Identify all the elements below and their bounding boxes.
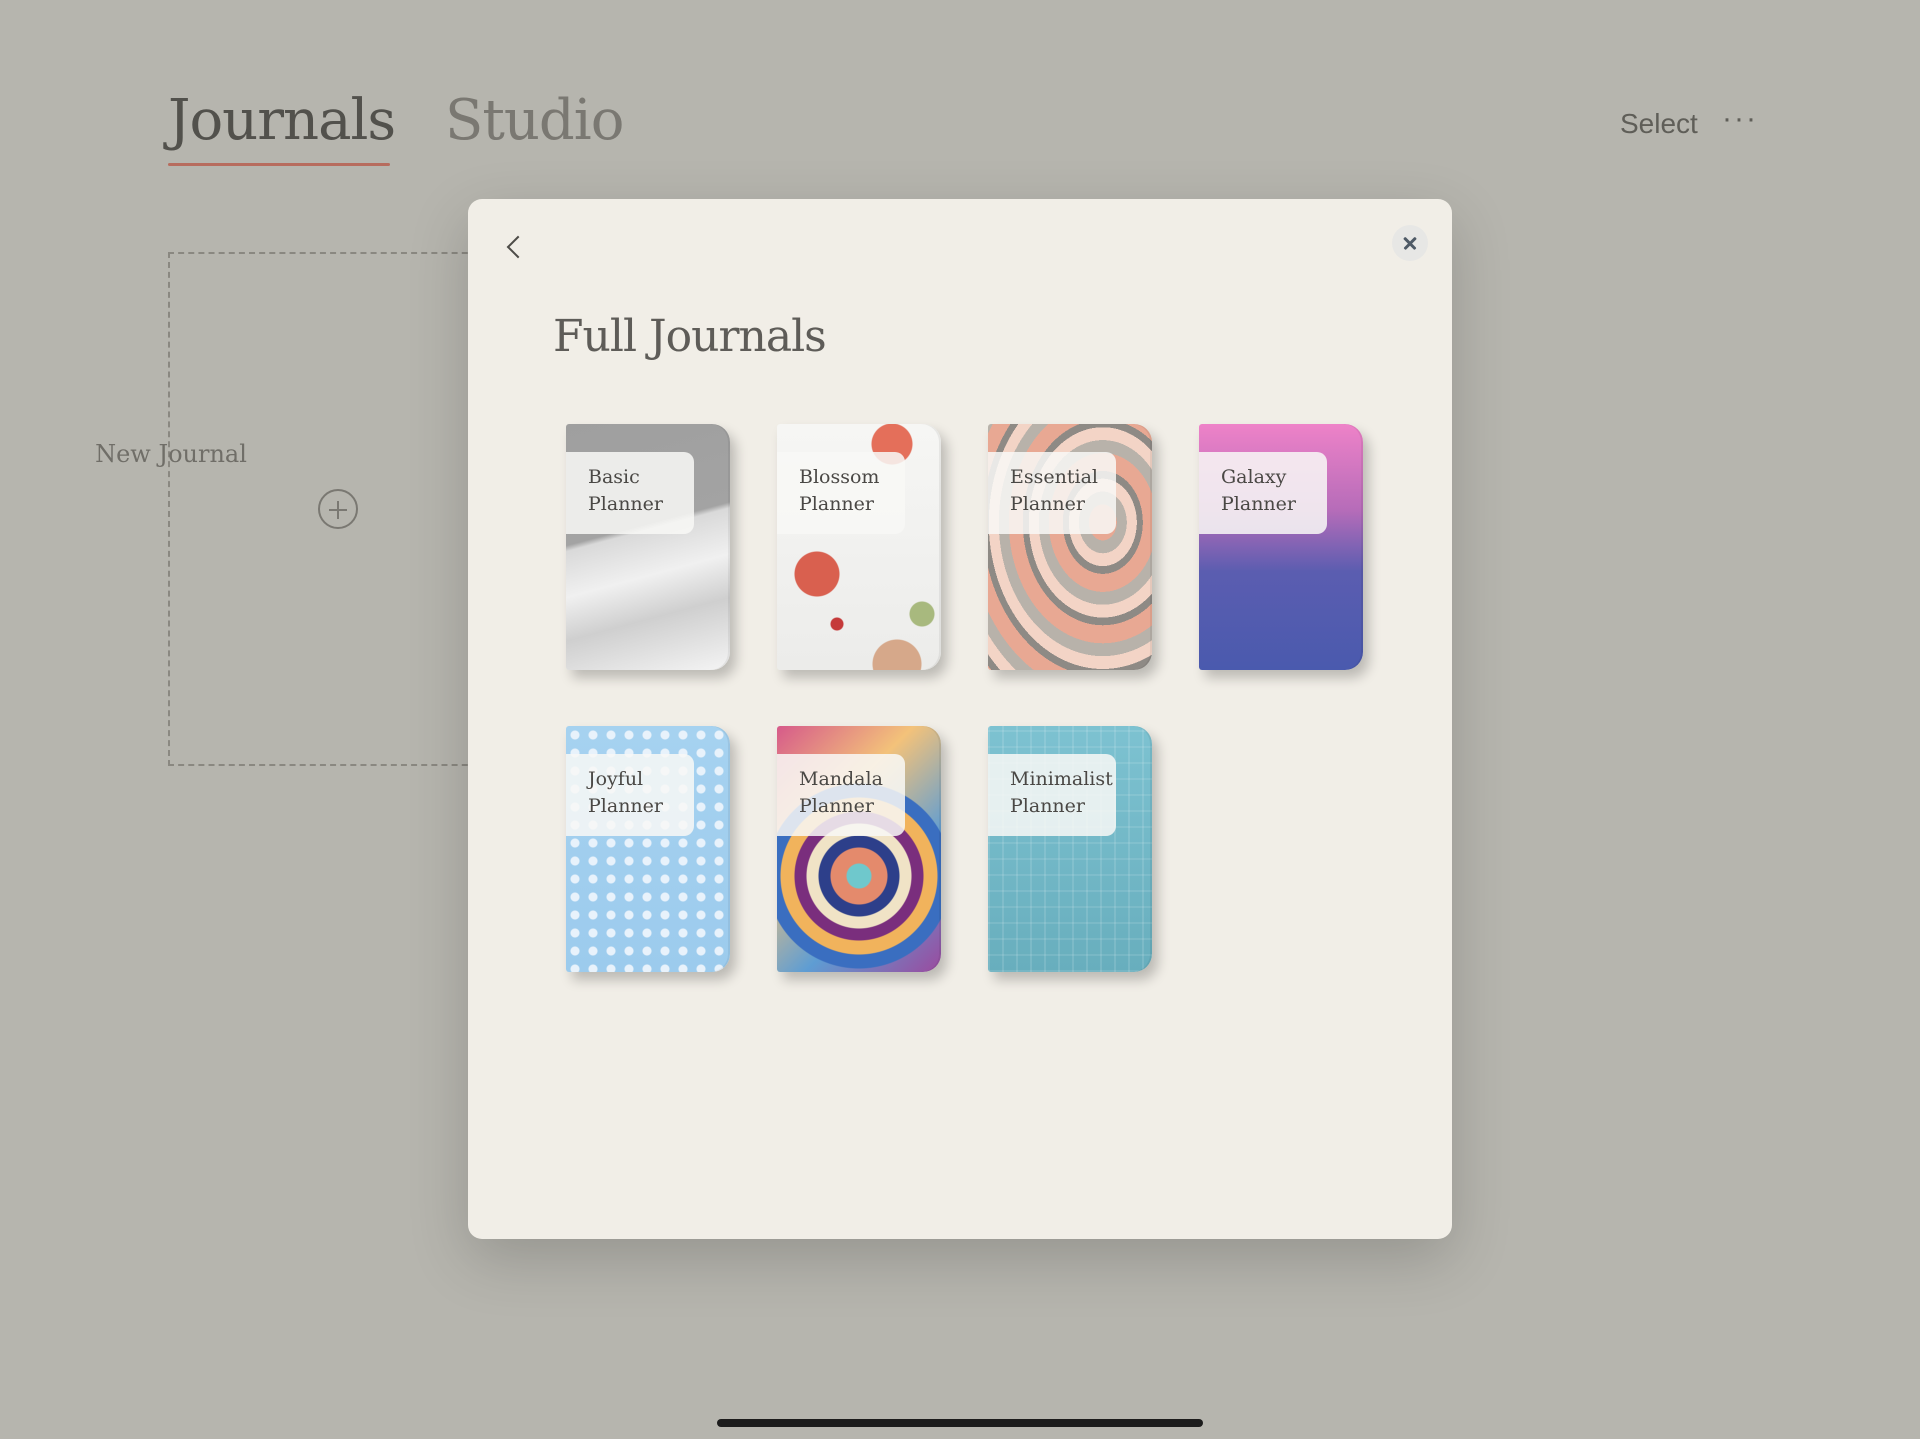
planner-mandala[interactable]: Mandala Planner: [777, 726, 941, 972]
planner-joyful[interactable]: Joyful Planner: [566, 726, 730, 972]
back-chevron-icon[interactable]: [498, 229, 534, 265]
planner-type: Planner: [799, 795, 874, 817]
planner-minimalist[interactable]: Minimalist Planner: [988, 726, 1152, 972]
planner-label: Joyful Planner: [566, 754, 694, 836]
planner-name: Basic: [588, 466, 640, 488]
planner-type: Planner: [1221, 493, 1296, 515]
planner-label: Blossom Planner: [777, 452, 905, 534]
planner-name: Blossom: [799, 466, 880, 488]
planner-basic[interactable]: Basic Planner: [566, 424, 730, 670]
home-indicator: [717, 1419, 1203, 1427]
planner-blossom[interactable]: Blossom Planner: [777, 424, 941, 670]
planner-name: Galaxy: [1221, 466, 1287, 488]
planner-label: Galaxy Planner: [1199, 452, 1327, 534]
close-icon[interactable]: [1392, 225, 1428, 261]
planner-name: Minimalist: [1010, 768, 1113, 790]
template-picker-modal: Full Journals Basic Planner Blossom Plan…: [468, 199, 1452, 1239]
planner-galaxy[interactable]: Galaxy Planner: [1199, 424, 1363, 670]
modal-title: Full Journals: [553, 311, 827, 362]
planner-type: Planner: [1010, 795, 1085, 817]
planner-type: Planner: [799, 493, 874, 515]
planner-label: Mandala Planner: [777, 754, 905, 836]
planner-type: Planner: [588, 795, 663, 817]
planner-name: Mandala: [799, 768, 883, 790]
planner-essential[interactable]: Essential Planner: [988, 424, 1152, 670]
planner-name: Joyful: [588, 768, 644, 790]
planner-type: Planner: [588, 493, 663, 515]
planner-type: Planner: [1010, 493, 1085, 515]
planner-label: Essential Planner: [988, 452, 1116, 534]
planner-label: Basic Planner: [566, 452, 694, 534]
planner-label: Minimalist Planner: [988, 754, 1116, 836]
planner-name: Essential: [1010, 466, 1098, 488]
